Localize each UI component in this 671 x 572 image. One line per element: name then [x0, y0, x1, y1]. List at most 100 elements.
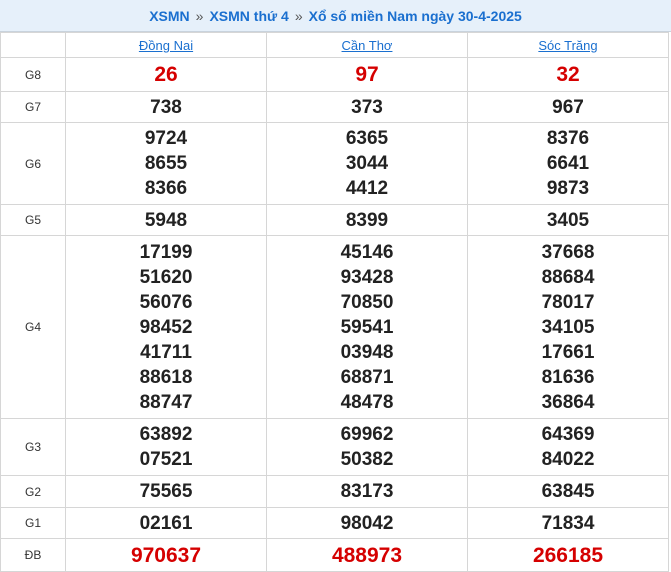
prize-label: G4 — [0, 235, 66, 419]
prize-cell: 967 — [467, 91, 669, 123]
prize-number: 266185 — [532, 543, 604, 567]
prize-number: 02161 — [139, 512, 193, 534]
prize-number: 970637 — [130, 543, 202, 567]
prize-number: 48478 — [340, 391, 394, 413]
breadcrumb-link-xsmn-thu-4[interactable]: XSMN thứ 4 — [209, 8, 288, 24]
prize-number: 59541 — [340, 316, 394, 338]
prize-number: 6365 — [345, 128, 389, 149]
prize-row-g6: G6 9724 8655 8366 6365 3044 4412 8376 6641 9873 — [0, 122, 669, 205]
prize-number: 967 — [552, 96, 584, 118]
prize-cell: 69962 50382 — [266, 418, 468, 476]
prize-label: G7 — [0, 91, 66, 123]
prize-number: 64369 — [541, 424, 595, 445]
prize-number: 88684 — [541, 266, 595, 288]
prize-number: 88618 — [139, 366, 193, 388]
prize-number: 70850 — [340, 291, 394, 313]
prize-label: G1 — [0, 507, 66, 539]
prize-cell: 37668 88684 78017 34105 17661 81636 36864 — [467, 235, 669, 419]
prize-number: 88747 — [139, 391, 193, 413]
prize-cell: 6365 3044 4412 — [266, 122, 468, 205]
prize-label: G6 — [0, 122, 66, 205]
prize-cell: 488973 — [266, 538, 468, 572]
prize-cell: 9724 8655 8366 — [65, 122, 267, 205]
prize-number: 373 — [351, 96, 383, 118]
prize-row-g4: G4 17199 51620 56076 98452 41711 88618 88747 451… — [0, 235, 669, 419]
results-table: Đồng Nai Cần Thơ Sóc Trăng G8 26 97 32 G7 738… — [0, 32, 669, 572]
header-empty-cell — [0, 32, 66, 58]
prize-cell: 373 — [266, 91, 468, 123]
prize-number: 26 — [154, 63, 178, 86]
prize-cell: 8399 — [266, 204, 468, 236]
prize-cell: 83173 — [266, 475, 468, 508]
prize-number: 84022 — [541, 449, 595, 470]
breadcrumb-separator: » — [294, 7, 303, 24]
prize-number: 8655 — [144, 153, 188, 174]
prize-number: 8399 — [345, 209, 389, 231]
prize-cell: 45146 93428 70850 59541 03948 68871 48478 — [266, 235, 468, 419]
prize-number: 63845 — [541, 481, 595, 502]
header-province-1: Đồng Nai — [65, 32, 267, 58]
prize-row-g3: G3 63892 07521 69962 50382 64369 84022 — [0, 418, 669, 476]
prize-cell: 71834 — [467, 507, 669, 539]
prize-number: 9873 — [546, 178, 590, 199]
prize-number: 9724 — [144, 128, 188, 149]
prize-number: 32 — [556, 63, 580, 86]
prize-number: 71834 — [541, 512, 595, 534]
prize-cell: 17199 51620 56076 98452 41711 88618 88747 — [65, 235, 267, 419]
prize-number: 69962 — [340, 424, 394, 445]
prize-number: 34105 — [541, 316, 595, 338]
prize-row-g2: G2 75565 83173 63845 — [0, 475, 669, 508]
prize-cell: 3405 — [467, 204, 669, 236]
prize-number: 50382 — [340, 449, 394, 470]
prize-cell: 97 — [266, 57, 468, 92]
prize-cell: 266185 — [467, 538, 669, 572]
breadcrumb-link-xsmn[interactable]: XSMN — [149, 8, 189, 24]
prize-number: 3044 — [345, 153, 389, 174]
prize-number: 5948 — [144, 209, 188, 231]
prize-number: 4412 — [345, 178, 389, 199]
prize-row-đb: ĐB 970637 488973 266185 — [0, 538, 669, 572]
prize-number: 81636 — [541, 366, 595, 388]
prize-rows: G8 26 97 32 G7 738 373 967 G6 9724 8655 8366 6365 304… — [0, 57, 669, 572]
prize-cell: 970637 — [65, 538, 267, 572]
prize-row-g7: G7 738 373 967 — [0, 91, 669, 123]
prize-label: ĐB — [0, 538, 66, 572]
prize-row-g5: G5 5948 8399 3405 — [0, 204, 669, 236]
prize-label: G5 — [0, 204, 66, 236]
prize-number: 17661 — [541, 341, 595, 363]
prize-number: 6641 — [546, 153, 590, 174]
prize-number: 75565 — [139, 481, 193, 502]
prize-number: 03948 — [340, 341, 394, 363]
prize-number: 488973 — [331, 543, 403, 567]
prize-row-g1: G1 02161 98042 71834 — [0, 507, 669, 539]
prize-label: G8 — [0, 57, 66, 92]
page-title: Xổ số miền Nam ngày 30-4-2025 — [308, 7, 522, 24]
prize-number: 83173 — [340, 481, 394, 502]
prize-number: 56076 — [139, 291, 193, 313]
province-link-can-tho[interactable]: Cần Thơ — [342, 38, 393, 53]
prize-number: 45146 — [340, 241, 394, 263]
prize-cell: 5948 — [65, 204, 267, 236]
header-province-2: Cần Thơ — [266, 32, 468, 58]
header-province-3: Sóc Trăng — [467, 32, 669, 58]
prize-number: 98452 — [139, 316, 193, 338]
prize-number: 37668 — [541, 241, 595, 263]
prize-number: 63892 — [139, 424, 193, 445]
province-link-soc-trang[interactable]: Sóc Trăng — [538, 38, 597, 53]
province-header-row: Đồng Nai Cần Thơ Sóc Trăng — [0, 32, 669, 58]
prize-number: 78017 — [541, 291, 595, 313]
prize-label: G3 — [0, 418, 66, 476]
prize-cell: 98042 — [266, 507, 468, 539]
prize-cell: 02161 — [65, 507, 267, 539]
prize-number: 41711 — [140, 341, 192, 363]
prize-cell: 63892 07521 — [65, 418, 267, 476]
prize-number: 8366 — [144, 178, 188, 199]
prize-cell: 8376 6641 9873 — [467, 122, 669, 205]
province-link-dong-nai[interactable]: Đồng Nai — [139, 38, 193, 53]
prize-label: G2 — [0, 475, 66, 508]
breadcrumb: XSMN » XSMN thứ 4 » Xổ số miền Nam ngày … — [0, 0, 671, 32]
prize-number: 97 — [355, 63, 379, 86]
prize-number: 3405 — [546, 209, 590, 231]
breadcrumb-separator: » — [195, 7, 204, 24]
prize-cell: 64369 84022 — [467, 418, 669, 476]
